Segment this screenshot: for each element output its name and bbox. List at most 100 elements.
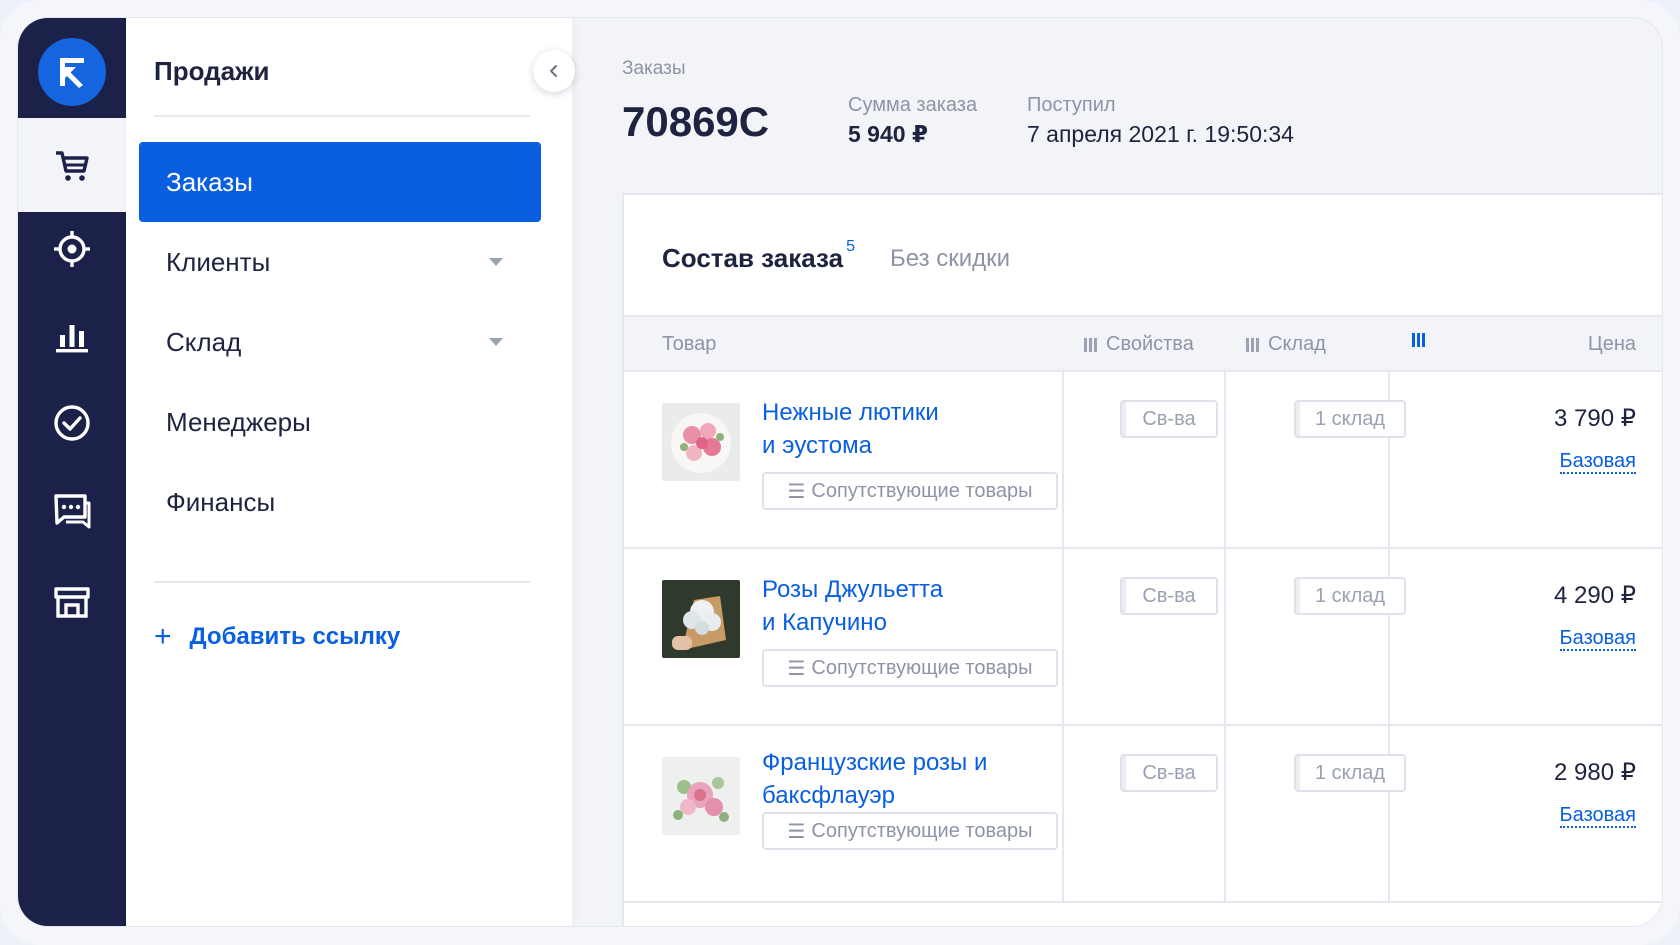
warehouse-button[interactable]: 1 склад xyxy=(1294,754,1406,792)
related-products-button[interactable]: ☰ Сопутствующие товары xyxy=(762,812,1058,850)
sidebar-divider xyxy=(154,581,530,583)
card-title: Состав заказа 5 xyxy=(662,238,855,274)
rail-item-store[interactable] xyxy=(18,554,126,648)
column-divider xyxy=(1388,549,1390,724)
add-link-button[interactable]: + Добавить ссылку xyxy=(154,622,400,652)
warehouse-label: 1 склад xyxy=(1314,761,1386,784)
warehouse-label: 1 склад xyxy=(1314,407,1386,430)
list-icon: ☰ xyxy=(787,657,806,680)
sidebar-item-finance[interactable]: Финансы xyxy=(139,462,541,542)
price-type-link[interactable]: Базовая xyxy=(1559,627,1636,651)
store-icon xyxy=(54,587,90,618)
sidebar-item-label: Заказы xyxy=(166,166,253,197)
sidebar-item-label: Финансы xyxy=(166,486,276,517)
sidebar-item-warehouse[interactable]: Склад xyxy=(139,302,541,382)
list-icon: ☰ xyxy=(787,480,806,503)
properties-button[interactable]: Св-ва xyxy=(1120,400,1218,438)
collapse-sidebar-button[interactable] xyxy=(533,50,575,92)
sidebar-item-clients[interactable]: Клиенты xyxy=(139,222,541,302)
product-name-link[interactable]: Розы Джульетта и Капучино xyxy=(762,573,1022,639)
no-discount-tab[interactable]: Без скидки xyxy=(890,245,1010,273)
column-drag-icon xyxy=(1246,337,1262,352)
breadcrumb[interactable]: Заказы xyxy=(622,58,686,80)
received-label: Поступил xyxy=(1027,94,1116,116)
check-circle-icon xyxy=(54,405,90,441)
price-type-link[interactable]: Базовая xyxy=(1559,804,1636,828)
order-sum-value: 5 940 ₽ xyxy=(848,121,928,147)
column-properties[interactable]: Свойства xyxy=(1084,333,1194,356)
product-name-link[interactable]: Нежные лютики и эустома xyxy=(762,396,1022,462)
rail-item-sales[interactable] xyxy=(18,118,126,212)
related-products-button[interactable]: ☰ Сопутствующие товары xyxy=(762,472,1058,510)
product-image[interactable] xyxy=(662,580,740,658)
sidebar-title: Продажи xyxy=(154,56,270,86)
product-name-line: Нежные лютики xyxy=(762,399,939,426)
column-warehouse-label: Склад xyxy=(1268,333,1326,355)
rail-item-tasks[interactable] xyxy=(18,376,126,470)
properties-button[interactable]: Св-ва xyxy=(1120,577,1218,615)
column-divider xyxy=(1224,549,1226,724)
properties-label: Св-ва xyxy=(1142,407,1196,430)
chart-icon xyxy=(56,325,88,353)
column-divider xyxy=(1062,372,1064,547)
received-value: 7 апреля 2021 г. 19:50:34 xyxy=(1027,121,1294,147)
chevron-down-icon[interactable] xyxy=(489,338,503,346)
column-divider xyxy=(1224,372,1226,547)
column-product-label: Товар xyxy=(662,333,717,355)
product-name-line: Французские розы и xyxy=(762,749,988,776)
price-type-link[interactable]: Базовая xyxy=(1559,450,1636,474)
column-warehouse[interactable]: Склад xyxy=(1246,333,1326,356)
product-name-link[interactable]: Французские розы и баксфлауэр xyxy=(762,746,1052,812)
device-frame: Продажи Заказы Клиенты Склад Менеджеры Ф… xyxy=(0,0,1680,945)
add-link-label: Добавить ссылку xyxy=(189,623,401,650)
sidebar-item-label: Клиенты xyxy=(166,246,271,277)
column-price-label: Цена xyxy=(1587,333,1636,355)
product-name-line: и эустома xyxy=(762,432,872,459)
sidebar-item-managers[interactable]: Менеджеры xyxy=(139,382,541,462)
product-image[interactable] xyxy=(662,757,740,835)
sidebar-divider xyxy=(154,115,530,117)
rail-item-chats[interactable] xyxy=(18,464,126,558)
price-value: 2 980 ₽ xyxy=(1554,759,1636,786)
order-sum-label: Сумма заказа xyxy=(848,94,978,116)
properties-label: Св-ва xyxy=(1142,761,1196,784)
column-settings-icon xyxy=(1412,333,1428,347)
properties-button[interactable]: Св-ва xyxy=(1120,754,1218,792)
related-products-label: Сопутствующие товары xyxy=(811,656,1033,679)
product-name-line: Розы Джульетта xyxy=(762,576,944,603)
column-divider xyxy=(1062,726,1064,901)
icon-rail xyxy=(18,18,126,926)
rail-item-analytics[interactable] xyxy=(18,288,126,382)
price-value: 3 790 ₽ xyxy=(1554,405,1636,432)
column-properties-label: Свойства xyxy=(1106,333,1194,355)
sidebar: Продажи Заказы Клиенты Склад Менеджеры Ф… xyxy=(126,18,572,926)
cart-icon xyxy=(56,151,89,181)
table-header: Товар Свойства Склад Цена xyxy=(624,315,1662,372)
product-name-line: и Капучино xyxy=(762,609,887,636)
table-row: Французские розы и баксфлауэр ☰ Сопутств… xyxy=(624,726,1662,903)
sidebar-item-label: Склад xyxy=(166,326,242,357)
warehouse-label: 1 склад xyxy=(1314,584,1386,607)
column-price: Цена xyxy=(1588,333,1636,356)
app-window: Продажи Заказы Клиенты Склад Менеджеры Ф… xyxy=(18,18,1662,926)
properties-label: Св-ва xyxy=(1142,584,1196,607)
warehouse-button[interactable]: 1 склад xyxy=(1294,577,1406,615)
rail-item-tracking[interactable] xyxy=(18,202,126,296)
column-divider xyxy=(1224,726,1226,901)
related-products-label: Сопутствующие товары xyxy=(811,819,1033,842)
chevron-down-icon[interactable] xyxy=(489,258,503,266)
related-products-button[interactable]: ☰ Сопутствующие товары xyxy=(762,649,1058,687)
list-icon: ☰ xyxy=(787,820,806,843)
column-product: Товар xyxy=(662,333,716,356)
price-value: 4 290 ₽ xyxy=(1554,582,1636,609)
chevron-left-icon xyxy=(550,65,557,77)
column-divider xyxy=(1062,549,1064,724)
plus-icon: + xyxy=(154,620,172,653)
card-title-text: Состав заказа xyxy=(662,243,844,273)
sidebar-item-orders[interactable]: Заказы xyxy=(139,142,541,222)
warehouse-button[interactable]: 1 склад xyxy=(1294,400,1406,438)
chat-icon xyxy=(54,494,91,529)
column-settings[interactable] xyxy=(1412,333,1434,347)
logo-icon[interactable] xyxy=(38,38,106,106)
product-image[interactable] xyxy=(662,403,740,481)
